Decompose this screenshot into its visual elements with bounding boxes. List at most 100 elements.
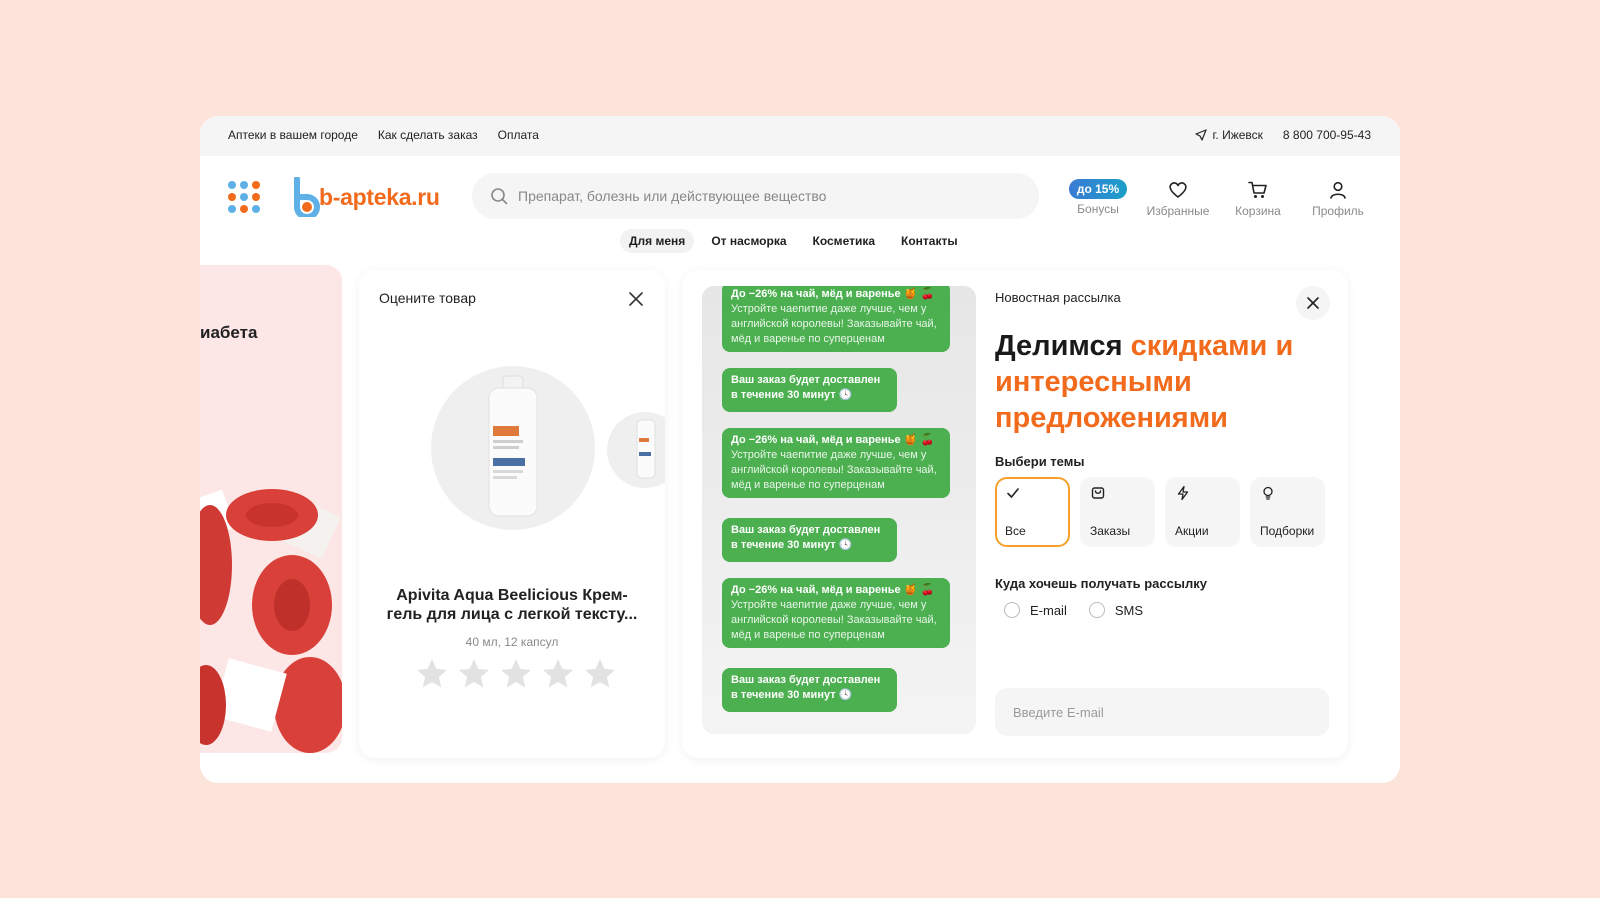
link-payment[interactable]: Оплата	[498, 128, 539, 142]
promo-title: До −26% на чай, мёд и варенье 🍯 🍒	[731, 434, 935, 446]
delivery-line: Ваш заказ будет доставлен	[731, 674, 881, 686]
delivery-line: в течение 30 минут 🕓	[731, 689, 853, 701]
search-icon	[491, 188, 508, 205]
rate-card-title: Оцените товар	[379, 290, 476, 306]
nav-item-cosmetics[interactable]: Косметика	[804, 229, 885, 253]
topic-label: Подборки	[1260, 524, 1315, 538]
product-bottle-image	[488, 375, 538, 517]
lightbulb-icon	[1263, 486, 1273, 500]
headline-dark: Делимся	[995, 330, 1131, 362]
product-name: Apivita Aqua Beelicious Крем-гель для ли…	[386, 587, 638, 623]
profile-label: Профиль	[1312, 204, 1364, 218]
close-icon[interactable]	[627, 290, 645, 308]
link-how-to-order[interactable]: Как сделать заказ	[378, 128, 478, 142]
bag-icon	[1091, 487, 1105, 499]
favorites-button[interactable]: Избранные	[1138, 176, 1218, 218]
star-icon[interactable]	[498, 656, 534, 692]
header-actions: до 15% Бонусы Избранные Корзина Профиль	[1058, 176, 1378, 218]
radio-label: E-mail	[1030, 602, 1067, 618]
top-bar: Аптеки в вашем городе Как сделать заказ …	[200, 116, 1400, 156]
topic-label: Акции	[1175, 524, 1209, 538]
newsletter-headline: Делимся скидками и интересными предложен…	[995, 328, 1315, 436]
delivery-line: Ваш заказ будет доставлен	[731, 374, 881, 386]
chat-preview: До −26% на чай, мёд и варенье 🍯 🍒 Устрой…	[702, 286, 976, 734]
lightning-icon	[1177, 485, 1189, 501]
bonus-label: Бонусы	[1077, 202, 1119, 216]
chat-message-delivery: Ваш заказ будет доставлен в течение 30 м…	[722, 668, 897, 712]
email-input[interactable]	[1013, 704, 1313, 720]
promo-title: До −26% на чай, мёд и варенье 🍯 🍒	[731, 288, 935, 300]
chat-message-delivery: Ваш заказ будет доставлен в течение 30 м…	[722, 368, 897, 412]
bonus-button[interactable]: до 15% Бонусы	[1058, 176, 1138, 218]
search-input[interactable]	[518, 188, 998, 204]
city-selector[interactable]: г. Ижевск	[1194, 128, 1263, 142]
promo-body: Устройте чаепитие даже лучше, чем у англ…	[731, 449, 937, 491]
star-icon[interactable]	[540, 656, 576, 692]
product-image[interactable]	[431, 366, 595, 530]
radio-email[interactable]: E-mail	[1004, 602, 1067, 618]
topic-collections[interactable]: Подборки	[1250, 477, 1325, 547]
promo-body: Устройте чаепитие даже лучше, чем у англ…	[731, 599, 937, 641]
product-details: 40 мл, 12 капсул	[465, 635, 559, 649]
link-pharmacies[interactable]: Аптеки в вашем городе	[228, 128, 358, 142]
topic-orders[interactable]: Заказы	[1080, 477, 1155, 547]
app-window: Аптеки в вашем городе Как сделать заказ …	[200, 116, 1400, 783]
catalog-menu-icon[interactable]	[228, 181, 260, 213]
category-nav: Для меня От насморка Косметика Контакты	[620, 229, 967, 253]
logo-mark-icon	[294, 177, 320, 217]
cart-icon	[1248, 181, 1267, 198]
channel-radio-group: E-mail SMS	[1004, 602, 1143, 618]
delivery-line: в течение 30 минут 🕓	[731, 539, 853, 551]
city-name: г. Ижевск	[1212, 128, 1263, 142]
star-icon[interactable]	[414, 656, 450, 692]
chat-message-promo: До −26% на чай, мёд и варенье 🍯 🍒 Устрой…	[722, 578, 950, 648]
newsletter-card: До −26% на чай, мёд и варенье 🍯 🍒 Устрой…	[682, 270, 1348, 758]
promo-card-diabetes[interactable]: иабета	[200, 265, 342, 753]
close-icon	[1307, 297, 1319, 309]
radio-sms[interactable]: SMS	[1088, 602, 1144, 618]
product-image-secondary[interactable]	[607, 412, 665, 488]
heart-icon	[1169, 182, 1187, 198]
favorites-label: Избранные	[1146, 204, 1210, 218]
topics-list: Все Заказы Акции Подборки	[995, 477, 1325, 547]
nav-item-for-me[interactable]: Для меня	[620, 229, 695, 253]
headline-orange: скидками	[1130, 330, 1268, 362]
promo-body: Устройте чаепитие даже лучше, чем у англ…	[731, 303, 937, 345]
search-bar[interactable]	[472, 173, 1039, 219]
brand-logo[interactable]: b-apteka.ru	[291, 176, 440, 218]
radio-circle[interactable]	[1004, 602, 1020, 618]
top-right: г. Ижевск 8 800 700-95-43	[1194, 128, 1371, 142]
chat-message-promo: До −26% на чай, мёд и варенье 🍯 🍒 Устрой…	[722, 286, 950, 352]
chat-message-promo: До −26% на чай, мёд и варенье 🍯 🍒 Устрой…	[722, 428, 950, 498]
star-icon[interactable]	[456, 656, 492, 692]
cart-button[interactable]: Корзина	[1218, 176, 1298, 218]
user-icon	[1330, 181, 1346, 199]
rate-product-card: Оцените товар Apivita Aqua Beelicious Кр…	[359, 270, 665, 758]
email-field[interactable]	[995, 688, 1329, 736]
star-icon[interactable]	[582, 656, 618, 692]
checkmark-icon	[1007, 488, 1019, 498]
bonus-badge: до 15%	[1068, 179, 1128, 199]
product-bottle-small-image	[636, 419, 656, 479]
promo-title: До −26% на чай, мёд и варенье 🍯 🍒	[731, 584, 935, 596]
blood-cells-image	[200, 489, 342, 753]
phone-number[interactable]: 8 800 700-95-43	[1283, 128, 1371, 142]
delivery-line: в течение 30 минут 🕓	[731, 389, 853, 401]
top-links: Аптеки в вашем городе Как сделать заказ …	[228, 128, 539, 142]
newsletter-close-button[interactable]	[1296, 286, 1330, 320]
radio-label: SMS	[1114, 602, 1144, 618]
delivery-line: Ваш заказ будет доставлен	[731, 524, 881, 536]
star-rating	[414, 656, 618, 692]
location-arrow-icon	[1194, 129, 1207, 141]
topics-label: Выбери темы	[995, 454, 1085, 469]
cart-label: Корзина	[1235, 204, 1281, 218]
radio-circle[interactable]	[1088, 602, 1105, 618]
topic-all[interactable]: Все	[995, 477, 1070, 547]
topic-label: Заказы	[1090, 524, 1131, 538]
delivery-channel-label: Куда хочешь получать рассылку	[995, 576, 1207, 591]
nav-item-runny-nose[interactable]: От насморка	[702, 229, 795, 253]
profile-button[interactable]: Профиль	[1298, 176, 1378, 218]
topic-promotions[interactable]: Акции	[1165, 477, 1240, 547]
logo-text: b-apteka.ru	[319, 183, 440, 210]
nav-item-contacts[interactable]: Контакты	[892, 229, 967, 253]
